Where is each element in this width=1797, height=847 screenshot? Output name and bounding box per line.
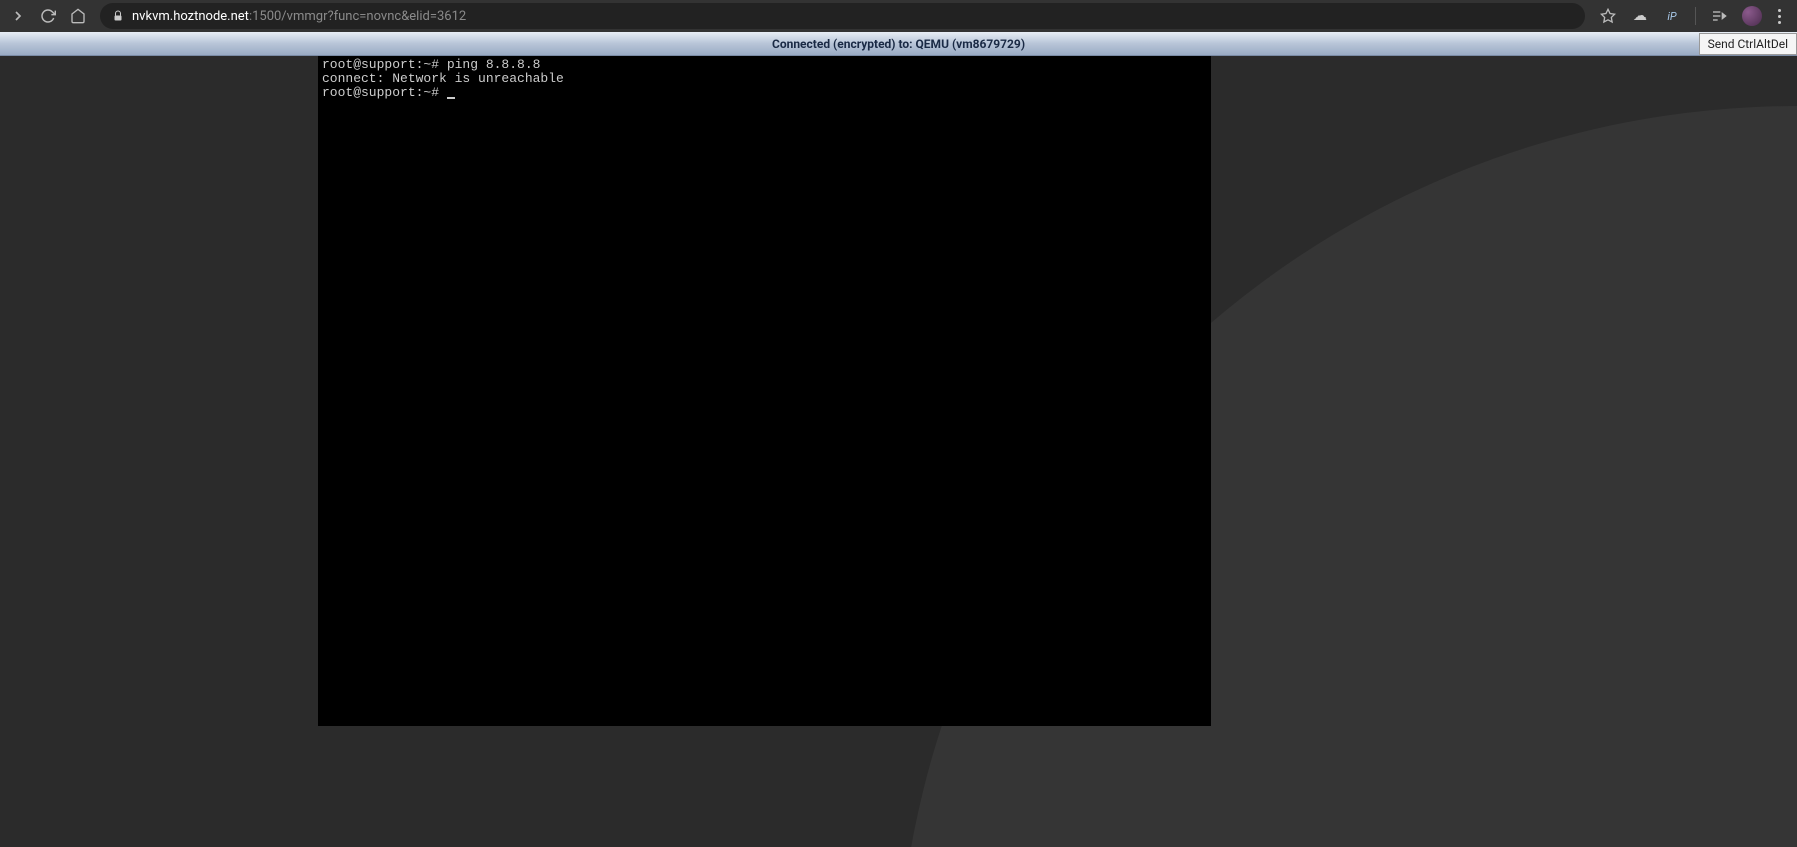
reload-button[interactable]: [40, 8, 56, 24]
lock-icon: [112, 10, 124, 22]
extension-ip-icon[interactable]: iP: [1663, 7, 1681, 25]
url-text: nvkvm.hoztnode.net:1500/vmmgr?func=novnc…: [132, 9, 466, 24]
home-button[interactable]: [70, 8, 86, 24]
url-domain: nvkvm.hoztnode.net: [132, 9, 249, 24]
media-control-icon[interactable]: [1710, 7, 1728, 25]
vnc-status-text: Connected (encrypted) to: QEMU (vm867972…: [0, 37, 1797, 51]
chrome-menu-button[interactable]: [1776, 9, 1783, 24]
address-bar[interactable]: nvkvm.hoztnode.net:1500/vmmgr?func=novnc…: [100, 3, 1585, 29]
send-ctrl-alt-del-button[interactable]: Send CtrlAltDel: [1699, 33, 1797, 55]
profile-avatar[interactable]: [1742, 6, 1762, 26]
url-path: :1500/vmmgr?func=novnc&elid=3612: [249, 9, 466, 24]
forward-button[interactable]: [10, 8, 26, 24]
divider: [1695, 7, 1696, 25]
bookmark-star-icon[interactable]: [1599, 7, 1617, 25]
chrome-actions: ☁ iP: [1599, 6, 1789, 26]
browser-toolbar: nvkvm.hoztnode.net:1500/vmmgr?func=novnc…: [0, 0, 1797, 32]
terminal-prompt: root@support:~#: [322, 85, 447, 100]
extension-cloud-icon[interactable]: ☁: [1631, 7, 1649, 25]
page-content: root@support:~# ping 8.8.8.8 connect: Ne…: [0, 56, 1797, 847]
terminal-line: connect: Network is unreachable: [322, 72, 1207, 86]
terminal-line: root@support:~# ping 8.8.8.8: [322, 58, 1207, 72]
terminal-prompt-line: root@support:~#: [322, 86, 1207, 100]
vnc-terminal[interactable]: root@support:~# ping 8.8.8.8 connect: Ne…: [318, 56, 1211, 726]
vnc-status-bar: Connected (encrypted) to: QEMU (vm867972…: [0, 32, 1797, 56]
terminal-cursor: [447, 97, 455, 99]
nav-controls: [8, 8, 86, 24]
